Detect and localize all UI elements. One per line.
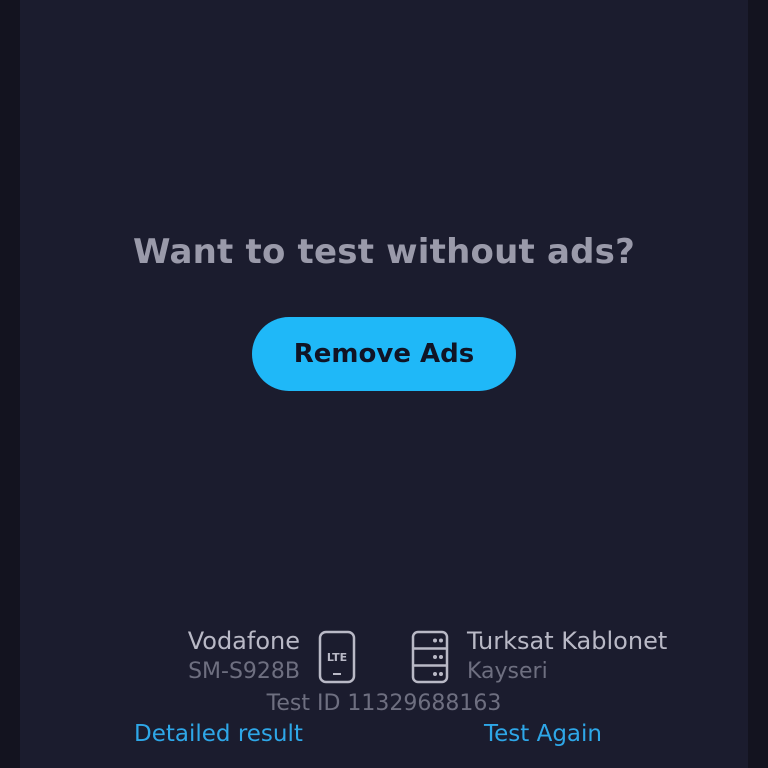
- server-city: Kayseri: [467, 659, 548, 684]
- connection-type-label: LTE: [327, 651, 347, 664]
- client-device: SM-S928B: [188, 659, 300, 684]
- phone-lte-icon: LTE: [318, 630, 356, 684]
- remove-ads-button[interactable]: Remove Ads: [252, 317, 516, 391]
- detailed-result-link[interactable]: Detailed result: [134, 721, 303, 747]
- result-screen: Want to test without ads? Remove Ads Vod…: [0, 0, 768, 768]
- client-provider: Vodafone: [187, 627, 300, 655]
- server-isp: Turksat Kablonet: [467, 627, 668, 655]
- server-icon: [411, 630, 449, 684]
- test-again-link[interactable]: Test Again: [484, 721, 602, 747]
- test-id: Test ID 11329688163: [266, 691, 502, 716]
- remove-ads-headline: Want to test without ads?: [132, 232, 636, 272]
